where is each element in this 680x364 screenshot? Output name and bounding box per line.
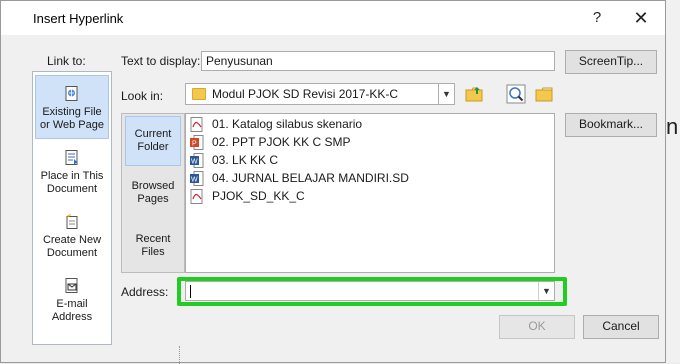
existing-file-icon (65, 86, 78, 101)
dialog-title: Insert Hyperlink (33, 11, 124, 26)
browse-web-icon[interactable] (505, 83, 527, 105)
ok-button[interactable]: OK (499, 315, 575, 339)
up-folder-icon[interactable] (463, 83, 485, 105)
link-to-label: Link to: (47, 54, 86, 68)
text-to-display-input[interactable]: Penyusunan (201, 51, 555, 71)
browse-file-icon[interactable] (533, 83, 555, 105)
file-name: 01. Katalog silabus skenario (212, 117, 363, 131)
screentip-button[interactable]: ScreenTip... (565, 50, 657, 74)
link-to-place-in-document[interactable]: Place in This Document (35, 148, 109, 204)
divider (179, 346, 180, 364)
svg-text:P: P (192, 141, 197, 148)
link-to-item-line1: Existing File (42, 106, 102, 118)
side-item-line2: Files (141, 246, 165, 258)
file-name: 04. JURNAL BELAJAR MANDIRI.SD (212, 171, 409, 185)
side-item-line1: Browsed (131, 180, 175, 192)
link-to-item-line1: Place in This (40, 170, 104, 182)
title-bar: Insert Hyperlink ? ✕ (1, 1, 665, 35)
browse-side-panel: Current Folder Browsed Pages Recent File… (121, 113, 185, 273)
text-to-display-label: Text to display: (121, 54, 201, 68)
link-to-item-line2: Document (46, 183, 98, 195)
side-item-browsed-pages[interactable]: Browsed Pages (125, 180, 181, 206)
link-to-panel: Existing File or Web Page Place in This … (32, 71, 112, 345)
link-to-item-line1: Create New (42, 234, 102, 246)
link-to-item-line2: Document (46, 247, 98, 259)
side-item-line1: Recent (135, 233, 171, 245)
link-to-item-line2: Address (51, 311, 93, 323)
bookmark-button[interactable]: Bookmark... (565, 113, 657, 137)
help-button[interactable]: ? (577, 5, 617, 31)
svg-text:W: W (191, 159, 198, 166)
address-label: Address: (121, 285, 169, 299)
file-name: PJOK_SD_KK_C (212, 189, 305, 203)
look-in-value: Modul PJOK SD Revisi 2017-KK-C (212, 87, 399, 101)
new-document-icon (66, 214, 78, 229)
email-icon (65, 278, 78, 293)
look-in-label: Look in: (121, 89, 164, 103)
folder-icon (192, 88, 206, 100)
background-document (666, 0, 680, 363)
side-item-recent-files[interactable]: Recent Files (125, 233, 181, 259)
pdf-file-icon (190, 117, 203, 132)
file-name: 02. PPT PJOK KK C SMP (212, 135, 351, 149)
link-to-item-line2: or Web Page (39, 119, 104, 131)
file-list[interactable]: 01. Katalog silabus skenario P 02. PPT P… (185, 113, 555, 273)
background-document-text: n (666, 114, 679, 139)
chevron-down-icon[interactable]: ▼ (438, 84, 454, 104)
link-to-email-address[interactable]: E-mail Address (35, 276, 109, 332)
word-file-icon: W (190, 153, 204, 168)
svg-text:W: W (191, 177, 198, 184)
place-in-document-icon (65, 150, 78, 165)
look-in-dropdown[interactable]: Modul PJOK SD Revisi 2017-KK-C ▼ (185, 83, 455, 105)
side-item-current-folder[interactable]: Current Folder (125, 116, 181, 166)
powerpoint-file-icon: P (190, 135, 204, 150)
insert-hyperlink-dialog: Insert Hyperlink ? ✕ Link to: Existing F… (0, 0, 666, 364)
pdf-file-icon (190, 189, 203, 204)
link-to-item-line1: E-mail (56, 298, 88, 310)
address-input[interactable]: ▼ (185, 281, 555, 301)
file-name: 03. LK KK C (212, 153, 279, 167)
text-caret (190, 285, 191, 298)
close-button[interactable]: ✕ (621, 5, 661, 31)
side-item-line1: Current (134, 128, 172, 140)
chevron-down-icon[interactable]: ▼ (538, 282, 554, 300)
word-file-icon: W (190, 171, 204, 186)
side-item-line2: Pages (137, 193, 169, 205)
cancel-button[interactable]: Cancel (583, 315, 659, 339)
link-to-existing-file[interactable]: Existing File or Web Page (35, 75, 109, 139)
side-item-line2: Folder (137, 141, 169, 153)
link-to-create-new-document[interactable]: Create New Document (35, 212, 109, 268)
